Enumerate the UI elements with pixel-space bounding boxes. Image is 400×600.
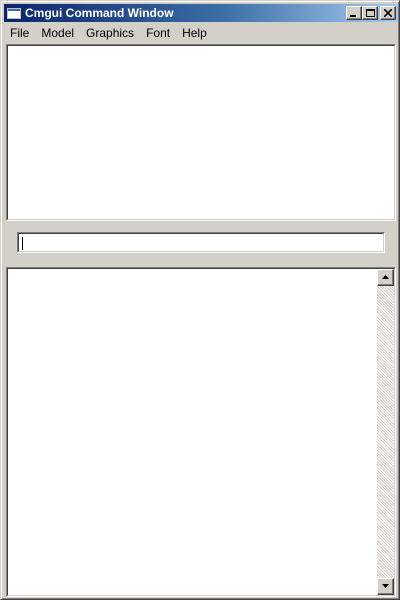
- text-caret: [22, 237, 23, 250]
- command-output-frame: [7, 268, 395, 596]
- menu-font[interactable]: Font: [140, 24, 176, 42]
- command-history-list[interactable]: [7, 45, 395, 220]
- command-output-pane: [6, 267, 396, 597]
- menu-model[interactable]: Model: [35, 24, 80, 42]
- command-output-text[interactable]: [8, 269, 377, 595]
- menu-bar: File Model Graphics Font Help: [4, 24, 398, 42]
- close-button[interactable]: [380, 6, 396, 20]
- arrow-down-icon: [382, 584, 389, 588]
- app-window-icon: [7, 7, 21, 19]
- scroll-up-button[interactable]: [377, 269, 394, 286]
- close-icon: [384, 9, 392, 17]
- window-title: Cmgui Command Window: [25, 6, 174, 20]
- menu-graphics[interactable]: Graphics: [80, 24, 140, 42]
- maximize-button[interactable]: [362, 6, 378, 20]
- command-history-pane[interactable]: [6, 44, 396, 221]
- menu-file[interactable]: File: [4, 24, 35, 42]
- caption-buttons: [346, 6, 396, 20]
- minimize-button[interactable]: [346, 6, 362, 20]
- menu-help[interactable]: Help: [176, 24, 213, 42]
- command-input-box: [18, 233, 384, 252]
- vertical-scrollbar[interactable]: [377, 269, 394, 595]
- maximize-icon: [366, 9, 375, 17]
- command-window: Cmgui Command Window File Model Graphics…: [0, 0, 400, 600]
- command-input-frame: [17, 232, 385, 253]
- scroll-down-button[interactable]: [377, 578, 394, 595]
- command-input[interactable]: [19, 234, 383, 251]
- arrow-up-icon: [382, 275, 389, 279]
- title-bar[interactable]: Cmgui Command Window: [4, 4, 398, 22]
- minimize-icon: [350, 15, 356, 17]
- command-entry-area: [6, 221, 396, 263]
